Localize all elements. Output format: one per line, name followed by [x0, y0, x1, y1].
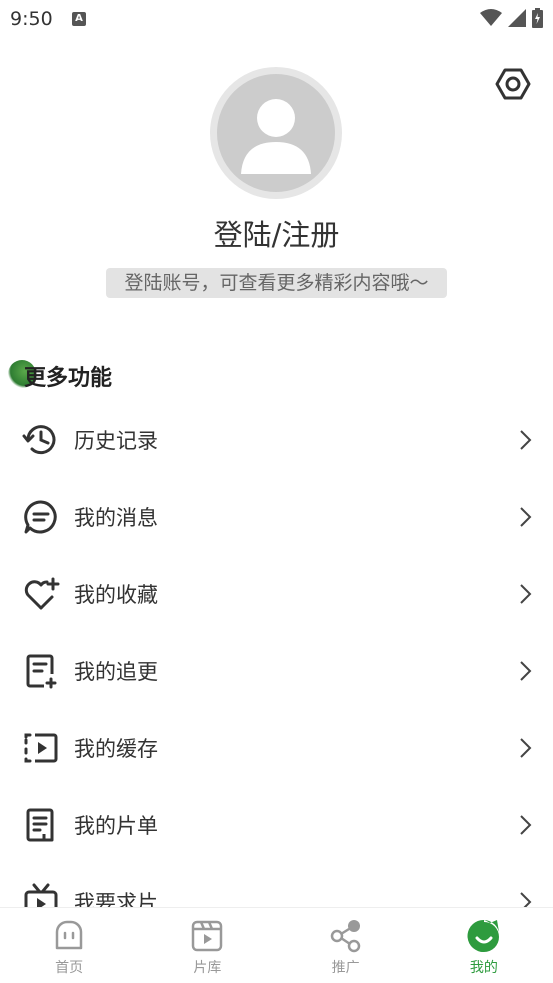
menu-label-history: 历史记录 — [74, 428, 158, 453]
menu-label-favorites: 我的收藏 — [74, 582, 158, 607]
menu-label-messages: 我的消息 — [74, 505, 158, 530]
menu-item-history[interactable]: 历史记录 — [0, 401, 553, 478]
menu-label-cache: 我的缓存 — [74, 736, 158, 761]
status-time: 9:50 — [10, 8, 53, 30]
menu-label-follow-updates: 我的追更 — [74, 659, 158, 684]
nav-tab-home[interactable]: 首页 — [0, 908, 138, 983]
message-icon — [24, 499, 57, 533]
section-title: 更多功能 — [24, 366, 113, 391]
chevron-right-icon — [520, 583, 532, 604]
chevron-right-icon — [520, 506, 532, 527]
settings-button[interactable] — [495, 66, 531, 102]
library-icon — [192, 920, 223, 952]
chevron-right-icon — [520, 737, 532, 758]
menu-item-cache[interactable]: 我的缓存 — [0, 709, 553, 786]
nav-label-library: 片库 — [193, 960, 222, 976]
menu-item-follow-updates[interactable]: 我的追更 — [0, 632, 553, 709]
nav-tab-promote[interactable]: 推广 — [277, 908, 415, 983]
nav-label-promote: 推广 — [331, 960, 360, 976]
login-register-title[interactable]: 登陆/注册 — [0, 212, 553, 254]
chevron-right-icon — [520, 429, 532, 450]
chevron-right-icon — [520, 660, 532, 681]
nav-tab-library[interactable]: 片库 — [138, 908, 276, 983]
default-avatar-icon — [217, 74, 335, 192]
menu-item-playlist[interactable]: 我的片单 — [0, 786, 553, 863]
share-icon — [330, 920, 360, 953]
nav-label-home: 首页 — [55, 960, 84, 976]
home-icon — [55, 920, 83, 950]
wifi-icon — [480, 9, 502, 26]
battery-icon — [532, 8, 543, 28]
notification-a-icon: A — [72, 12, 86, 26]
status-indicators — [480, 8, 543, 28]
signal-icon — [508, 9, 526, 27]
bottom-navigation: 首页 片库 推广 我的 — [0, 907, 553, 983]
playlist-icon — [26, 808, 54, 841]
function-menu: 历史记录 我的消息 我的收藏 我的追更 我的缓存 我的片单 我要求片 — [0, 401, 553, 940]
settings-hexagon-icon — [495, 68, 531, 100]
follow-updates-icon — [26, 654, 57, 688]
menu-label-playlist: 我的片单 — [74, 813, 158, 838]
profile-icon — [467, 920, 499, 953]
login-hint: 登陆账号，可查看更多精彩内容哦～ — [106, 268, 447, 298]
cache-play-icon — [24, 733, 58, 762]
menu-item-messages[interactable]: 我的消息 — [0, 478, 553, 555]
favorite-heart-icon — [24, 577, 60, 609]
chevron-right-icon — [520, 814, 532, 835]
menu-item-favorites[interactable]: 我的收藏 — [0, 555, 553, 632]
avatar[interactable] — [210, 67, 342, 199]
history-icon — [22, 424, 56, 454]
status-bar: 9:50 A — [0, 0, 553, 40]
nav-label-mine: 我的 — [469, 960, 498, 976]
nav-tab-mine[interactable]: 我的 — [415, 908, 553, 983]
